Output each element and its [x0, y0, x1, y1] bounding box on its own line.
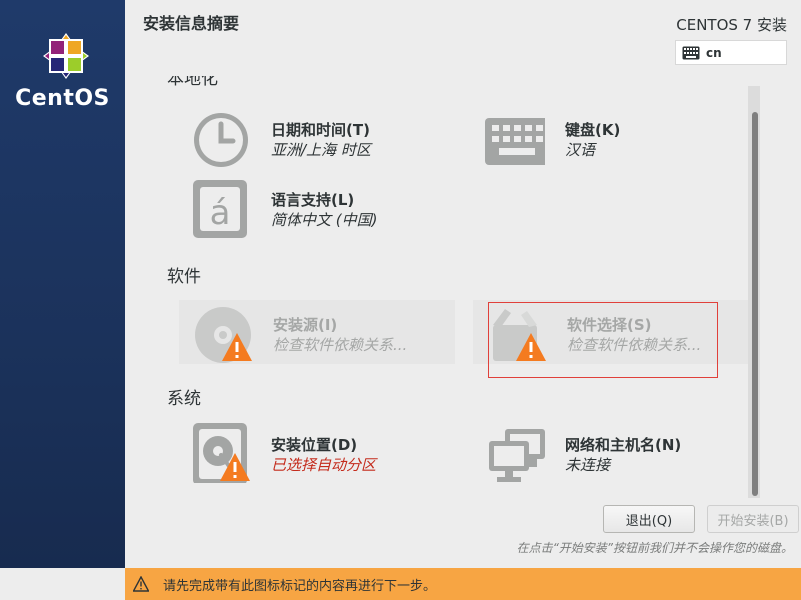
- spoke-install-source-title: 安装源(I): [273, 316, 338, 334]
- page-title: 安装信息摘要: [143, 14, 240, 33]
- brand-name: CentOS: [15, 86, 110, 111]
- warning-bar-text: 请先完成带有此图标标记的内容再进行下一步。: [163, 578, 437, 594]
- spoke-install-source: 安装源(I) 检查软件依赖关系...: [179, 300, 455, 364]
- svg-text:á: á: [210, 193, 231, 233]
- network-icon: [489, 429, 545, 482]
- spoke-network-title: 网络和主机名(N): [565, 436, 682, 454]
- spoke-install-destination-status: 已选择自动分区: [271, 456, 377, 474]
- disk-notice: 在点击“开始安装”按钮前我们并不会操作您的磁盘。: [516, 541, 793, 555]
- spoke-install-source-status: 检查软件依赖关系...: [273, 336, 408, 354]
- section-heading-system: 系统: [167, 389, 201, 409]
- spoke-keyboard[interactable]: 键盘(K) 汉语: [471, 105, 747, 169]
- spoke-network[interactable]: 网络和主机名(N) 未连接: [471, 420, 747, 484]
- warning-icon: [516, 333, 546, 361]
- warning-icon: [220, 453, 250, 481]
- spoke-keyboard-status: 汉语: [565, 141, 596, 159]
- spoke-language-status: 简体中文 (中国): [271, 211, 378, 229]
- installation-summary: 安装信息摘要 CENTOS 7 安装 cn 本地化 日期和时间(T) 亚洲/上海…: [125, 0, 801, 568]
- spoke-datetime[interactable]: 日期和时间(T) 亚洲/上海 时区: [177, 105, 453, 169]
- warning-icon: [222, 333, 252, 361]
- section-heading-software: 软件: [167, 267, 201, 287]
- spoke-network-status: 未连接: [565, 456, 611, 474]
- keyboard-layout-label: cn: [706, 45, 722, 60]
- brand-sidebar: CentOS: [0, 0, 125, 568]
- section-heading-localization: 本地化: [167, 76, 218, 89]
- spoke-datetime-title: 日期和时间(T): [271, 121, 370, 139]
- spoke-keyboard-title: 键盘(K): [565, 121, 621, 139]
- spoke-software-selection: 软件选择(S) 检查软件依赖关系...: [473, 300, 749, 364]
- spoke-datetime-status: 亚洲/上海 时区: [271, 141, 371, 159]
- spoke-install-destination[interactable]: 安装位置(D) 已选择自动分区: [177, 420, 453, 484]
- quit-button[interactable]: 退出(Q): [603, 505, 695, 533]
- warning-bar: 请先完成带有此图标标记的内容再进行下一步。: [125, 568, 801, 600]
- centos-logo-icon: [43, 33, 89, 79]
- spoke-software-selection-status: 检查软件依赖关系...: [567, 336, 702, 354]
- hub-scroll-area: 本地化 日期和时间(T) 亚洲/上海 时区 键盘(K) 汉语 á 语言支持(L)…: [145, 76, 761, 496]
- product-title: CENTOS 7 安装: [676, 16, 787, 34]
- begin-installation-button[interactable]: 开始安装(B): [707, 505, 799, 533]
- spoke-install-destination-title: 安装位置(D): [271, 436, 358, 454]
- clock-icon: [194, 113, 248, 167]
- scrollbar-thumb[interactable]: [752, 112, 758, 496]
- spoke-language-title: 语言支持(L): [271, 191, 355, 209]
- keyboard-small-icon: [682, 46, 700, 59]
- spoke-language[interactable]: á 语言支持(L) 简体中文 (中国): [177, 175, 453, 239]
- spoke-software-selection-title: 软件选择(S): [567, 316, 652, 334]
- warning-icon: [133, 576, 149, 592]
- keyboard-icon: [485, 118, 545, 165]
- language-icon: á: [193, 180, 247, 238]
- keyboard-layout-indicator[interactable]: cn: [675, 40, 787, 65]
